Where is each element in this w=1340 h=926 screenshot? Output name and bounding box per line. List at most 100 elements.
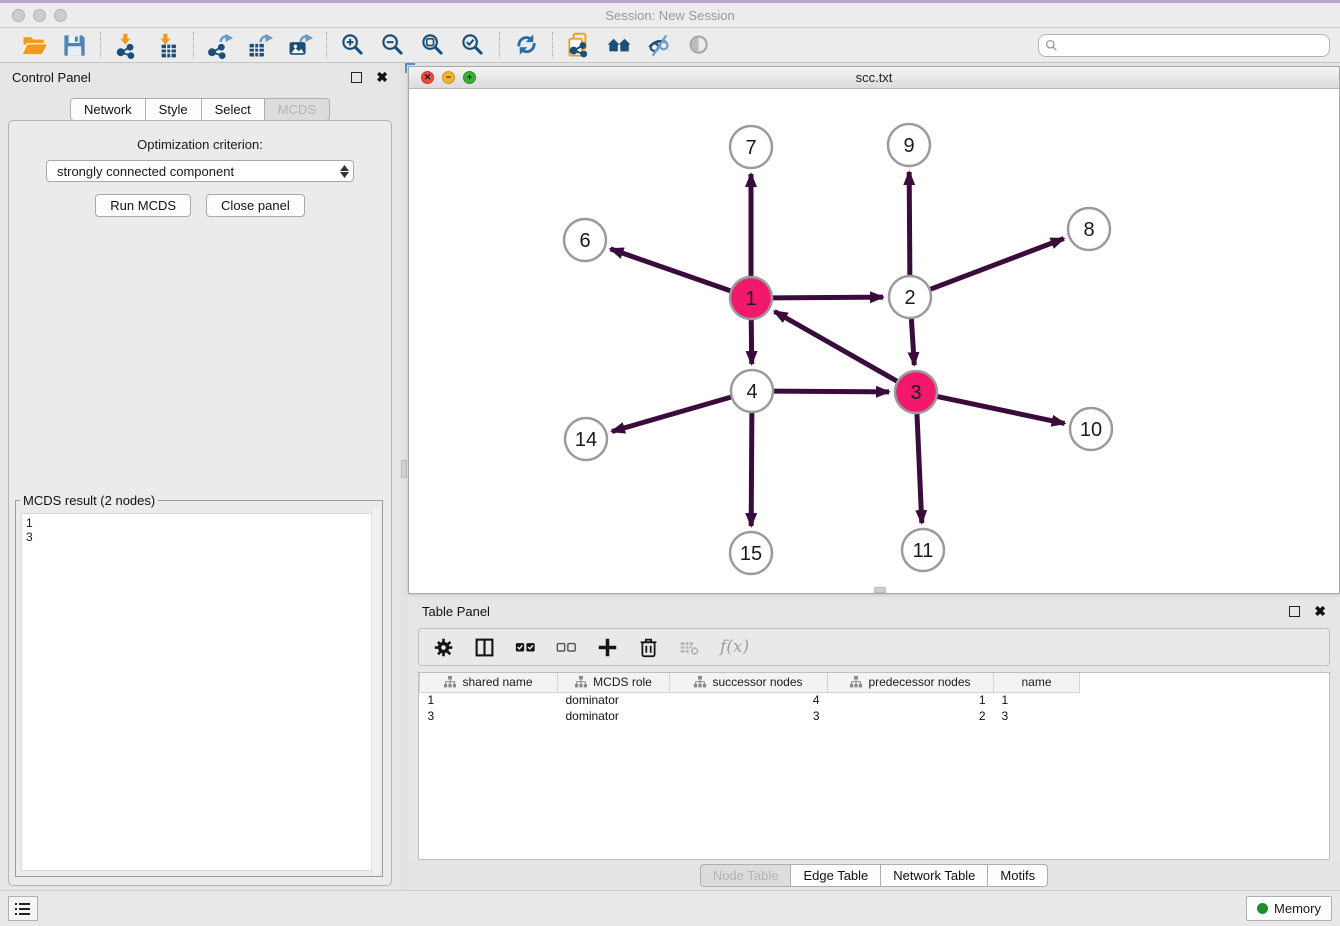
table-cell[interactable]: dominator — [558, 692, 670, 708]
network-canvas[interactable]: 7 9 6 8 1 2 4 3 14 10 15 11 — [409, 89, 1339, 593]
graph-edge-2-3[interactable] — [911, 319, 914, 365]
tab-motifs[interactable]: Motifs — [988, 864, 1048, 887]
graph-node-8[interactable]: 8 — [1068, 208, 1110, 250]
tab-edge-table[interactable]: Edge Table — [791, 864, 881, 887]
run-mcds-button[interactable]: Run MCDS — [95, 194, 191, 217]
task-list-icon — [15, 902, 31, 916]
import-network-icon[interactable] — [113, 31, 141, 59]
graph-edge-3-11[interactable] — [917, 414, 922, 523]
delete-column-icon[interactable] — [638, 637, 659, 658]
column-header-shared-name[interactable]: shared name — [420, 673, 558, 692]
splitter-grip[interactable] — [401, 460, 407, 478]
table-row[interactable]: 3dominator323 — [420, 708, 1080, 724]
table-cell[interactable]: dominator — [558, 708, 670, 724]
clone-network-icon[interactable] — [565, 31, 593, 59]
delete-table-icon[interactable] — [679, 637, 700, 658]
graph-edge-2-8[interactable] — [931, 239, 1064, 290]
svg-text:15: 15 — [740, 543, 762, 565]
save-session-icon[interactable] — [60, 31, 88, 59]
table-cell[interactable]: 1 — [828, 692, 994, 708]
open-file-icon[interactable] — [20, 31, 48, 59]
panel-splitter[interactable] — [400, 64, 408, 890]
table-cell[interactable]: 3 — [670, 708, 828, 724]
column-header-predecessor-nodes[interactable]: predecessor nodes — [828, 673, 994, 692]
zoom-fit-icon[interactable] — [419, 31, 447, 59]
graph-edge-3-10[interactable] — [938, 397, 1065, 424]
svg-text:14: 14 — [575, 429, 597, 451]
select-all-columns-icon[interactable] — [515, 637, 536, 658]
graph-node-2[interactable]: 2 — [889, 276, 931, 318]
graph-edge-1-2[interactable] — [773, 297, 883, 298]
graph-node-11[interactable]: 11 — [902, 529, 944, 571]
svg-text:6: 6 — [579, 230, 590, 252]
tab-mcds[interactable]: MCDS — [265, 98, 330, 121]
graph-node-14[interactable]: 14 — [565, 418, 607, 460]
column-header-name[interactable]: name — [994, 673, 1080, 692]
graph-node-4[interactable]: 4 — [731, 370, 773, 412]
table-cell[interactable]: 3 — [994, 708, 1080, 724]
float-panel-icon[interactable] — [351, 72, 362, 83]
import-table-icon[interactable] — [153, 31, 181, 59]
graph-node-10[interactable]: 10 — [1070, 408, 1112, 450]
column-type-icon — [575, 676, 587, 688]
table-cell[interactable]: 4 — [670, 692, 828, 708]
search-field[interactable] — [1038, 34, 1330, 57]
graph-edge-4-3[interactable] — [774, 391, 889, 392]
close-panel-icon[interactable]: ✖ — [376, 70, 388, 84]
table-row[interactable]: 1dominator411 — [420, 692, 1080, 708]
refresh-icon[interactable] — [512, 31, 540, 59]
split-panel-icon[interactable] — [474, 637, 495, 658]
add-column-icon[interactable] — [597, 637, 618, 658]
column-type-icon — [444, 676, 456, 688]
home-icon[interactable] — [605, 31, 633, 59]
graph-node-1[interactable]: 1 — [730, 277, 772, 319]
result-scrollbar[interactable] — [371, 510, 380, 874]
graph-node-9[interactable]: 9 — [888, 124, 930, 166]
float-table-panel-icon[interactable] — [1289, 606, 1300, 617]
table-cell[interactable]: 2 — [828, 708, 994, 724]
graph-edge-4-14[interactable] — [612, 397, 731, 431]
task-history-button[interactable] — [8, 896, 38, 921]
node-table: shared name MCDS role successor nodes pr… — [418, 672, 1330, 860]
criterion-dropdown[interactable]: strongly connected component — [46, 160, 354, 182]
zoom-in-icon[interactable] — [339, 31, 367, 59]
optimization-criterion-label: Optimization criterion: — [9, 137, 391, 152]
network-window-titlebar[interactable]: ✕ − + scc.txt — [409, 67, 1339, 89]
graph-edge-4-15[interactable] — [751, 413, 752, 526]
tab-network-table[interactable]: Network Table — [881, 864, 988, 887]
table-cell[interactable]: 1 — [994, 692, 1080, 708]
graph-edge-2-9[interactable] — [909, 172, 910, 275]
close-table-panel-icon[interactable]: ✖ — [1314, 604, 1326, 618]
svg-text:1: 1 — [745, 288, 756, 310]
close-panel-button[interactable]: Close panel — [206, 194, 305, 217]
export-network-icon[interactable] — [206, 31, 234, 59]
search-input[interactable] — [1062, 39, 1323, 53]
tab-network[interactable]: Network — [70, 98, 146, 121]
unselect-all-columns-icon[interactable] — [556, 637, 577, 658]
export-table-icon[interactable] — [246, 31, 274, 59]
tab-node-table[interactable]: Node Table — [700, 864, 792, 887]
tab-style[interactable]: Style — [146, 98, 202, 121]
mcds-result-textarea[interactable]: 1 3 — [21, 513, 377, 871]
tab-select[interactable]: Select — [202, 98, 265, 121]
mcds-result-title: MCDS result (2 nodes) — [20, 493, 158, 508]
graph-node-7[interactable]: 7 — [730, 126, 772, 168]
graph-edge-3-1[interactable] — [774, 311, 896, 381]
graph-edge-1-6[interactable] — [610, 249, 730, 291]
zoom-out-icon[interactable] — [379, 31, 407, 59]
birds-eye-icon[interactable] — [685, 31, 713, 59]
export-image-icon[interactable] — [286, 31, 314, 59]
canvas-resize-handle[interactable] — [874, 587, 886, 593]
zoom-selected-icon[interactable] — [459, 31, 487, 59]
column-header-successor-nodes[interactable]: successor nodes — [670, 673, 828, 692]
column-header-MCDS-role[interactable]: MCDS role — [558, 673, 670, 692]
hide-details-icon[interactable] — [645, 31, 673, 59]
memory-button[interactable]: Memory — [1246, 896, 1332, 921]
graph-node-3[interactable]: 3 — [895, 371, 937, 413]
table-cell[interactable]: 3 — [420, 708, 558, 724]
gear-icon[interactable] — [433, 637, 454, 658]
graph-node-6[interactable]: 6 — [564, 219, 606, 261]
graph-node-15[interactable]: 15 — [730, 532, 772, 574]
table-cell[interactable]: 1 — [420, 692, 558, 708]
function-builder-icon[interactable]: f(x) — [720, 637, 749, 657]
